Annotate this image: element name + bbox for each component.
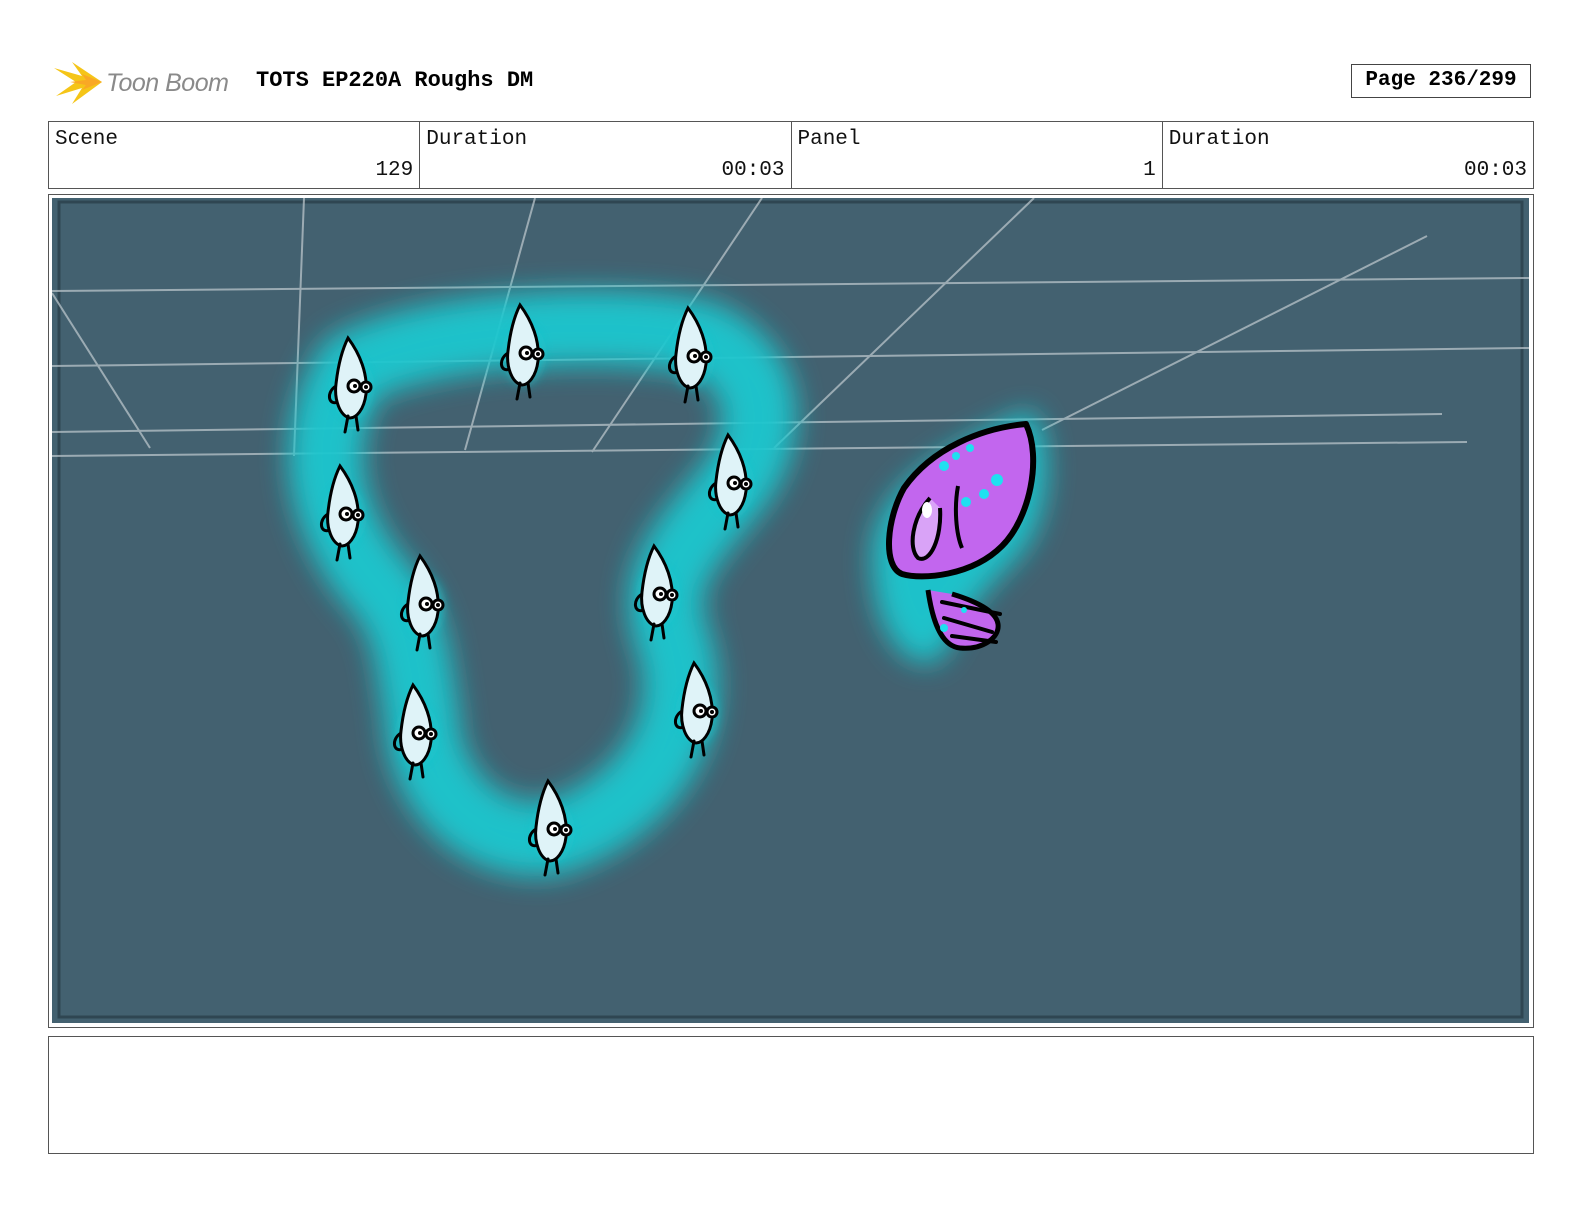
scene-duration-value: 00:03 xyxy=(721,159,785,182)
toon-boom-logo: Toon Boom xyxy=(52,58,242,108)
panel-value: 1 xyxy=(1143,159,1156,182)
panel-cell: Panel 1 xyxy=(792,122,1163,188)
scene-duration-cell: Duration 00:03 xyxy=(420,122,792,188)
panel-duration-cell: Duration 00:03 xyxy=(1163,122,1533,188)
panel-drawing xyxy=(52,198,1529,1023)
scene-value: 129 xyxy=(375,159,414,182)
toon-boom-burst-icon xyxy=(54,62,102,104)
page-number: Page 236/299 xyxy=(1351,64,1531,98)
storyboard-panel xyxy=(48,194,1534,1028)
scene-cell: Scene 129 xyxy=(49,122,421,188)
panel-label: Panel xyxy=(797,128,861,151)
panel-duration-label: Duration xyxy=(1168,128,1270,151)
scene-info-row: Scene 129 Duration 00:03 Panel 1 Duratio… xyxy=(48,121,1534,189)
logo-text: Toon Boom xyxy=(106,68,229,97)
panel-duration-value: 00:03 xyxy=(1463,159,1527,182)
panel-notes xyxy=(48,1036,1534,1154)
scene-duration-label: Duration xyxy=(426,128,528,151)
page-header: Toon Boom TOTS EP220A Roughs DM Page 236… xyxy=(52,58,1532,108)
scene-label: Scene xyxy=(55,128,119,151)
document-title: TOTS EP220A Roughs DM xyxy=(256,68,534,93)
